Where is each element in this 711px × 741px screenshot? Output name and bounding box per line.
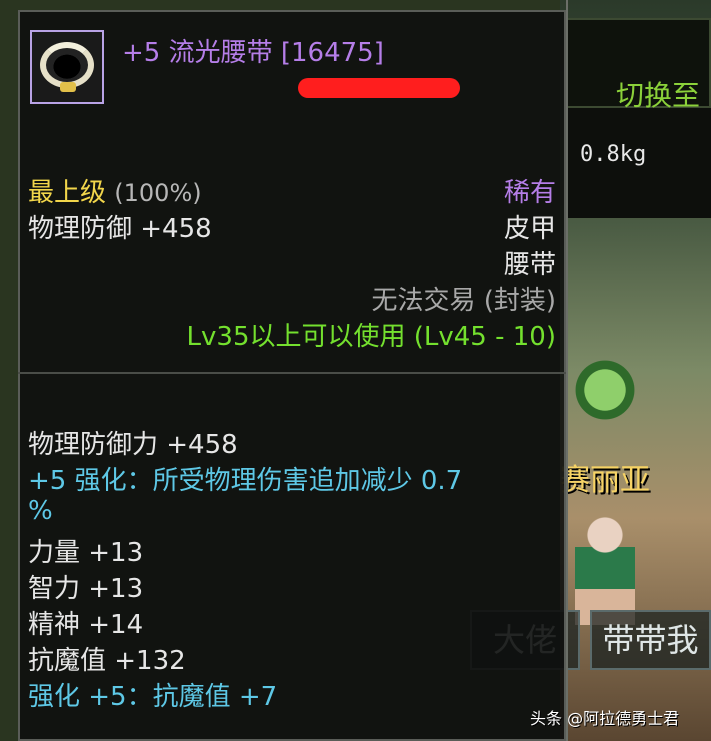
belt-icon — [30, 30, 104, 104]
stat-line: 精神 +14 — [28, 610, 144, 640]
stat-line: % — [28, 496, 53, 526]
gear-icon — [575, 340, 635, 440]
item-slot: 腰带 — [503, 250, 556, 280]
trade-status: 无法交易 (封装) — [371, 286, 556, 316]
phys-def-line: 物理防御 +458 — [28, 214, 212, 244]
npc-name: 赛丽亚 — [560, 463, 650, 498]
stat-line: 力量 +13 — [28, 538, 144, 568]
switch-panel[interactable]: 切换至 — [566, 18, 711, 112]
armor-type: 皮甲 — [503, 214, 556, 244]
watermark: 头条 @阿拉德勇士君 — [530, 709, 680, 728]
stat-line: 智力 +13 — [28, 574, 144, 604]
grade-percent: (100%) — [114, 179, 202, 207]
tooltip-border — [566, 0, 568, 741]
npc-sprite — [575, 505, 635, 625]
level-requirement: Lv35以上可以使用 (Lv45 - 10) — [186, 322, 556, 352]
item-title: +5 流光腰带 [16475] — [122, 38, 384, 68]
stat-line: 抗魔值 +132 — [28, 646, 186, 676]
grade-label: 最上级 (100%) — [28, 172, 202, 209]
rarity-label: 稀有 — [503, 178, 556, 208]
stat-line: 物理防御力 +458 — [28, 430, 238, 460]
item-weight: 0.8kg — [580, 142, 647, 167]
redaction-mark — [298, 78, 460, 98]
section-divider — [18, 372, 566, 374]
belt-buckle-shape — [60, 82, 76, 92]
stat-line: +5 强化：所受物理伤害追加减少 0.7 — [28, 466, 463, 496]
grade-text: 最上级 — [28, 178, 107, 208]
stat-line: 强化 +5：抗魔值 +7 — [28, 682, 278, 712]
chat-bubble-right[interactable]: 带带我 — [590, 610, 711, 670]
